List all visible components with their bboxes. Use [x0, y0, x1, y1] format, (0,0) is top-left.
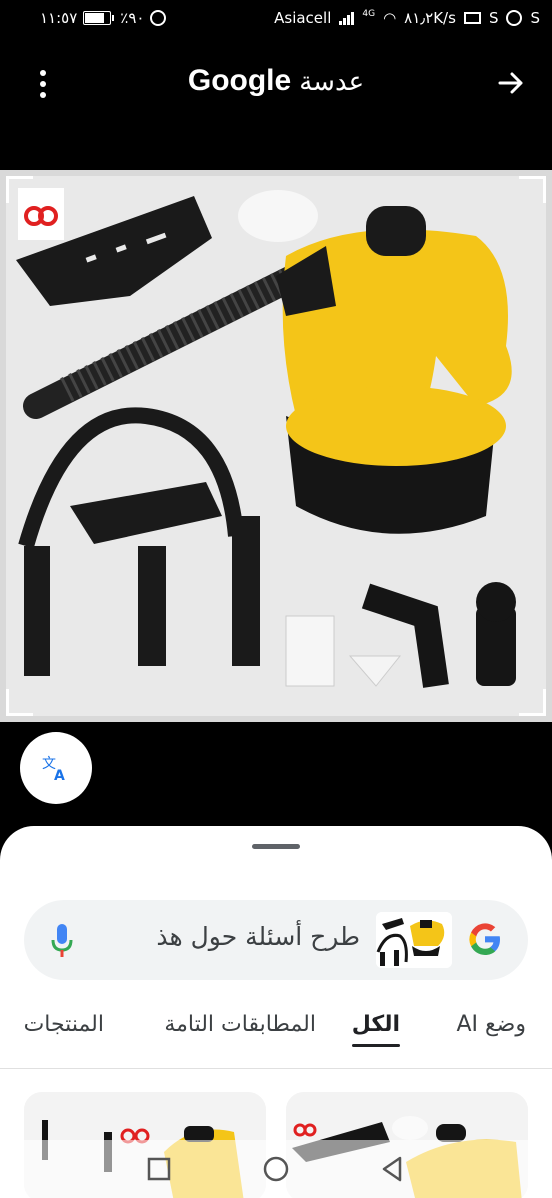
product-image [6, 176, 546, 716]
app-bar: Google عدسة [0, 52, 552, 114]
alarm-icon [150, 10, 167, 26]
crop-corner-br[interactable] [519, 689, 546, 716]
status-left: ١١:٥٧ ٪٩٠ [40, 9, 167, 27]
crop-corner-tl[interactable] [6, 176, 33, 203]
tab-ai-mode[interactable]: وضع AI [456, 1012, 526, 1037]
steam-cleaner-illustration [16, 188, 516, 688]
svg-text:A: A [54, 768, 65, 784]
mic-icon[interactable] [46, 920, 78, 960]
arrow-forward-icon[interactable] [496, 68, 526, 98]
sheet-handle[interactable] [252, 844, 300, 849]
wifi-icon: ◠ [383, 9, 397, 27]
s-letter-2: S [530, 9, 540, 27]
system-nav-bar [0, 1140, 552, 1198]
title-word: عدسة [299, 66, 365, 96]
battery-percent: ٪٩٠ [120, 9, 145, 27]
crop-corner-bl[interactable] [6, 689, 33, 716]
search-bar[interactable]: طرح أسئلة حول هذ [24, 900, 528, 980]
tab-products[interactable]: المنتجات [24, 1012, 104, 1037]
status-bar: ١١:٥٧ ٪٩٠ Asiacell 4G ◠ ٨١٫٢K/s S S [0, 0, 552, 38]
back-icon[interactable] [378, 1154, 408, 1184]
net-speed: ٨١٫٢K/s [404, 9, 456, 27]
record-icon [506, 10, 523, 26]
tab-exact-matches[interactable]: المطابقات التامة [164, 1012, 316, 1037]
battery-icon [83, 11, 112, 25]
clock-time: ١١:٥٧ [40, 9, 78, 27]
tabs-divider [0, 1068, 552, 1069]
signal-icon [339, 11, 355, 25]
translate-icon: 文 A [42, 756, 65, 784]
network-type: 4G [362, 9, 376, 19]
recent-apps-icon[interactable] [144, 1154, 174, 1184]
search-input[interactable]: طرح أسئلة حول هذ [156, 922, 360, 951]
battery-tip [112, 15, 115, 21]
status-right: Asiacell 4G ◠ ٨١٫٢K/s S S [274, 9, 540, 27]
translate-button[interactable]: 文 A [20, 732, 92, 804]
title-brand: Google [187, 64, 292, 97]
page-title: Google عدسة [0, 64, 552, 98]
mail-icon [463, 12, 481, 24]
tab-all[interactable]: الكل [351, 1012, 401, 1047]
home-icon[interactable] [261, 1154, 291, 1184]
query-thumbnail[interactable] [376, 912, 452, 968]
lens-image-frame[interactable] [0, 170, 552, 722]
google-g-icon [469, 923, 500, 955]
crop-corner-tr[interactable] [519, 176, 546, 203]
carrier-name: Asiacell [274, 9, 332, 27]
s-letter-1: S [488, 9, 499, 27]
results-tabs: وضع AI الكل المطابقات التامة المنتجات [0, 1012, 552, 1052]
